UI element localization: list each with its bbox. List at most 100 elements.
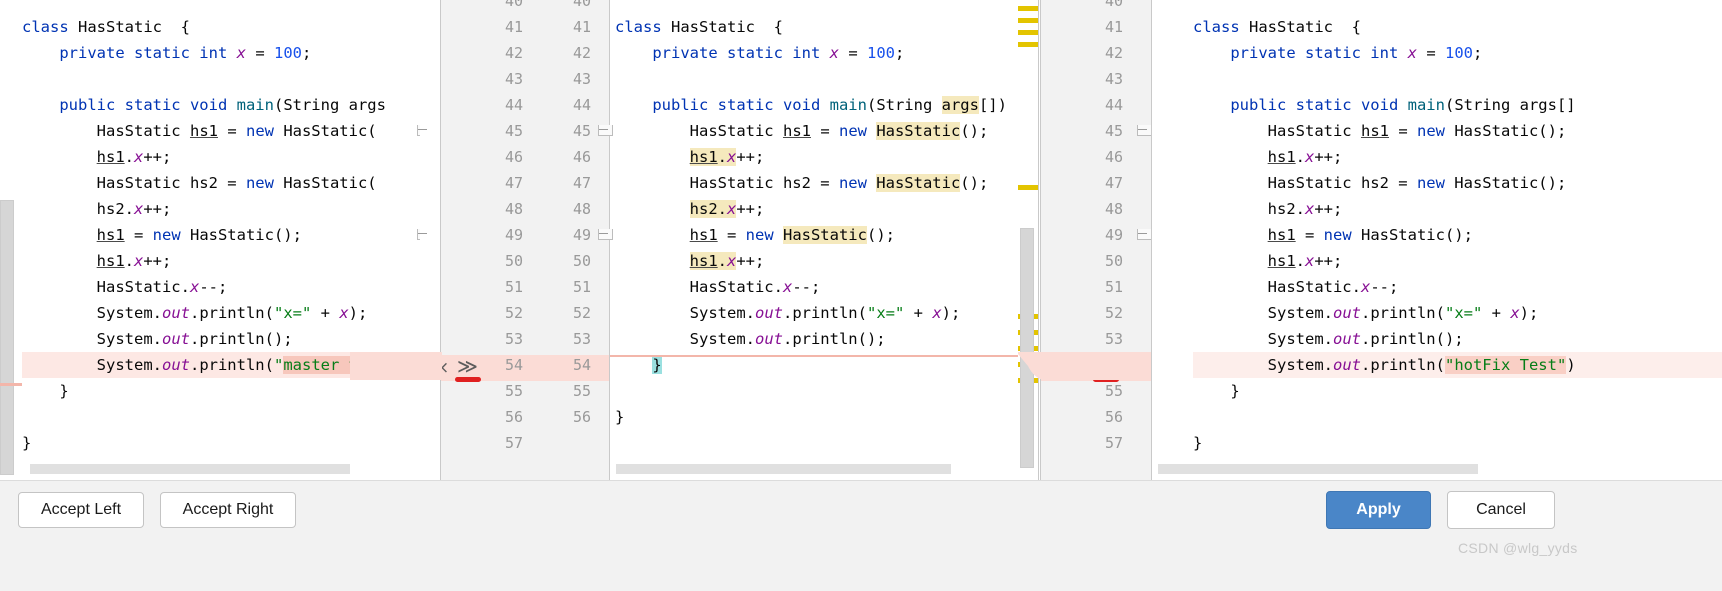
code-line[interactable]: class HasStatic { <box>1193 14 1722 40</box>
code-line[interactable]: } <box>22 430 420 456</box>
code-token: HasStatic <box>671 18 755 36</box>
code-line[interactable]: public static void main(String args[] <box>1193 92 1722 118</box>
code-line[interactable] <box>22 404 420 430</box>
code-line[interactable]: } <box>22 378 420 404</box>
code-token: hs1 <box>1267 252 1296 270</box>
code-line[interactable]: HasStatic.x--; <box>615 274 1020 300</box>
fold-marker-icon[interactable] <box>1137 122 1152 136</box>
code-line[interactable]: System.out.println("x=" + x); <box>1193 300 1722 326</box>
change-marker[interactable] <box>1018 42 1038 47</box>
left-hscrollbar-thumb[interactable] <box>30 464 350 474</box>
code-line[interactable]: class HasStatic { <box>22 14 420 40</box>
code-line[interactable]: public static void main(String args[]) <box>615 92 1020 118</box>
change-marker[interactable] <box>1018 185 1038 190</box>
code-line[interactable]: System.out.println(); <box>22 326 420 352</box>
code-line[interactable]: } <box>1193 430 1722 456</box>
fold-marker-icon[interactable] <box>598 226 613 240</box>
code-line[interactable]: System.out.println(); <box>1193 326 1722 352</box>
code-line[interactable]: HasStatic hs2 = new HasStatic(); <box>615 170 1020 196</box>
code-line[interactable]: System.out.println("hotFix Test") <box>1193 352 1722 378</box>
code-line[interactable]: private static int x = 100; <box>22 40 420 66</box>
code-line[interactable]: hs1.x++; <box>1193 144 1722 170</box>
center-hscrollbar-thumb[interactable] <box>616 464 951 474</box>
code-line[interactable]: HasStatic hs1 = new HasStatic(); <box>615 118 1020 144</box>
code-token: public static void <box>59 96 237 114</box>
line-number: 45 <box>572 122 591 140</box>
code-token: ++; <box>143 148 172 166</box>
code-token: public static void <box>1230 96 1408 114</box>
code-line[interactable] <box>1193 404 1722 430</box>
code-line[interactable]: hs1.x++; <box>1193 248 1722 274</box>
apply-button[interactable]: Apply <box>1326 491 1431 529</box>
code-token: + <box>1482 304 1511 322</box>
code-token: . <box>717 252 727 270</box>
code-token: HasStatic <box>1249 18 1333 36</box>
code-line[interactable]: hs1.x++; <box>615 248 1020 274</box>
code-line[interactable]: hs1 = new HasStatic(); <box>22 222 420 248</box>
code-line[interactable]: hs1.x++; <box>615 144 1020 170</box>
code-token: x <box>829 44 839 62</box>
code-line[interactable]: HasStatic hs2 = new HasStatic(); <box>1193 170 1722 196</box>
code-line[interactable]: System.out.println("x=" + x); <box>615 300 1020 326</box>
code-line[interactable]: hs2.x++; <box>1193 196 1722 222</box>
dismiss-change-icon[interactable]: × <box>1121 355 1135 381</box>
center-pane-scrollbar[interactable] <box>1020 228 1034 468</box>
code-line[interactable]: hs1 = new HasStatic(); <box>1193 222 1722 248</box>
code-token: ++; <box>1314 200 1343 218</box>
code-token: hs2. <box>96 200 134 218</box>
code-line[interactable]: } <box>615 404 1020 430</box>
code-line[interactable]: hs2.x++; <box>22 196 420 222</box>
fold-marker-icon[interactable] <box>598 122 613 136</box>
code-line[interactable]: public static void main(String args <box>22 92 420 118</box>
code-line[interactable]: HasStatic.x--; <box>22 274 420 300</box>
right-hscrollbar-thumb[interactable] <box>1158 464 1478 474</box>
line-number: 53 <box>1104 330 1123 348</box>
code-line[interactable]: HasStatic hs1 = new HasStatic( <box>22 118 420 144</box>
code-line[interactable]: HasStatic.x--; <box>1193 274 1722 300</box>
left-scrollbar-thumb[interactable] <box>0 200 14 475</box>
accept-change-right-icon[interactable]: ≫ <box>457 353 478 379</box>
code-line[interactable]: class HasStatic { <box>615 14 1020 40</box>
code-line[interactable]: } <box>1193 378 1722 404</box>
code-line[interactable] <box>615 66 1020 92</box>
change-marker[interactable] <box>1018 6 1038 11</box>
center-pane-merged[interactable]: class HasStatic { private static int x =… <box>610 0 1020 480</box>
code-token: = <box>245 44 274 62</box>
left-pane-local[interactable]: class HasStatic { private static int x =… <box>0 0 420 480</box>
code-line[interactable]: System.out.println("x=" + x); <box>22 300 420 326</box>
code-line[interactable] <box>22 66 420 92</box>
cancel-button[interactable]: Cancel <box>1447 491 1555 529</box>
code-line[interactable]: hs1.x++; <box>22 248 420 274</box>
code-line[interactable]: private static int x = 100; <box>615 40 1020 66</box>
fold-marker-icon[interactable] <box>1137 226 1152 240</box>
accept-left-button[interactable]: Accept Left <box>18 492 144 528</box>
code-line[interactable]: private static int x = 100; <box>1193 40 1722 66</box>
code-token: x <box>1510 304 1520 322</box>
code-line[interactable]: hs2.x++; <box>615 196 1020 222</box>
code-token: hs1 <box>1360 122 1389 140</box>
code-line[interactable] <box>615 378 1020 404</box>
center-scrollbar-thumb[interactable] <box>1020 228 1034 468</box>
code-token: x <box>727 148 737 166</box>
code-line[interactable]: System.out.println("master test <box>22 352 420 378</box>
code-line[interactable]: HasStatic hs1 = new HasStatic(); <box>1193 118 1722 144</box>
code-token: hs1 <box>689 226 718 244</box>
code-token: hs1 <box>689 252 718 270</box>
left-pane-scrollbar[interactable] <box>0 200 14 475</box>
code-line[interactable]: System.out.println(); <box>615 326 1020 352</box>
code-line[interactable]: HasStatic hs2 = new HasStatic( <box>22 170 420 196</box>
code-token: } <box>1193 382 1240 400</box>
code-line[interactable]: hs1 = new HasStatic(); <box>615 222 1020 248</box>
code-line[interactable]: hs1.x++; <box>22 144 420 170</box>
left-marker-bar[interactable] <box>420 0 440 480</box>
code-line[interactable] <box>1193 66 1722 92</box>
accept-change-left-icon[interactable]: ≪ <box>1097 353 1118 379</box>
dismiss-change-icon[interactable]: × <box>435 355 449 381</box>
change-marker[interactable] <box>1018 18 1038 23</box>
code-token: new <box>245 122 284 140</box>
right-pane-incoming[interactable]: class HasStatic { private static int x =… <box>1152 0 1722 480</box>
accept-right-button[interactable]: Accept Right <box>160 492 296 528</box>
change-marker[interactable] <box>1018 30 1038 35</box>
